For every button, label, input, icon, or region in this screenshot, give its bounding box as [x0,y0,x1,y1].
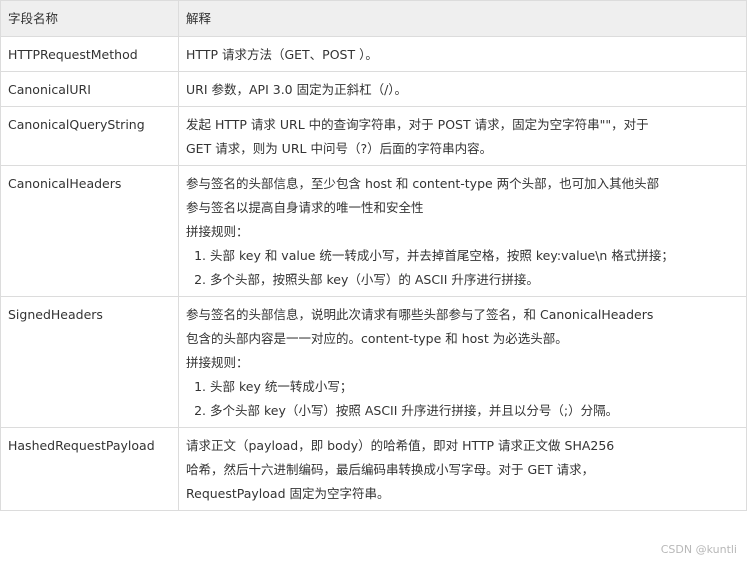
table-row: CanonicalQueryString 发起 HTTP 请求 URL 中的查询… [0,106,747,166]
rule-item: 多个头部，按照头部 key（小写）的 ASCII 升序进行拼接。 [210,268,739,292]
explanation-line: HTTP 请求方法（GET、POST ）。 [186,47,378,62]
table-row: SignedHeaders 参与签名的头部信息，说明此次请求有哪些头部参与了签名… [0,296,747,428]
header-explanation: 解释 [178,0,747,37]
rule-list: 头部 key 和 value 统一转成小写，并去掉首尾空格，按照 key:val… [186,244,739,292]
rule-title: 拼接规则： [186,224,249,239]
field-name-cell: CanonicalURI [0,71,179,107]
explanation-line: 发起 HTTP 请求 URL 中的查询字符串，对于 POST 请求，固定为空字符… [186,117,649,132]
header-field-name: 字段名称 [0,0,179,37]
explanation-cell: 参与签名的头部信息，说明此次请求有哪些头部参与了签名，和 CanonicalHe… [178,296,747,428]
explanation-line: 参与签名的头部信息，说明此次请求有哪些头部参与了签名，和 CanonicalHe… [186,307,654,322]
rule-item: 多个头部 key（小写）按照 ASCII 升序进行拼接，并且以分号（;）分隔。 [210,399,739,423]
watermark: CSDN @kuntli [660,543,737,556]
field-name-cell: HTTPRequestMethod [0,36,179,72]
table-row: CanonicalHeaders 参与签名的头部信息，至少包含 host 和 c… [0,165,747,297]
explanation-cell: 发起 HTTP 请求 URL 中的查询字符串，对于 POST 请求，固定为空字符… [178,106,747,166]
table-row: HTTPRequestMethod HTTP 请求方法（GET、POST ）。 [0,36,747,72]
explanation-line: 请求正文（payload，即 body）的哈希值，即对 HTTP 请求正文做 S… [186,438,615,453]
explanation-cell: HTTP 请求方法（GET、POST ）。 [178,36,747,72]
table-row: CanonicalURI URI 参数，API 3.0 固定为正斜杠（/）。 [0,71,747,107]
table-row: HashedRequestPayload 请求正文（payload，即 body… [0,427,747,511]
field-description-table: 字段名称 解释 HTTPRequestMethod HTTP 请求方法（GET、… [0,0,747,511]
field-name-cell: HashedRequestPayload [0,427,179,511]
explanation-line: 包含的头部内容是一一对应的。content-type 和 host 为必选头部。 [186,331,568,346]
rule-item: 头部 key 和 value 统一转成小写，并去掉首尾空格，按照 key:val… [210,244,739,268]
rule-item: 头部 key 统一转成小写； [210,375,739,399]
field-name-cell: CanonicalQueryString [0,106,179,166]
explanation-line: RequestPayload 固定为空字符串。 [186,486,390,501]
explanation-cell: URI 参数，API 3.0 固定为正斜杠（/）。 [178,71,747,107]
rule-list: 头部 key 统一转成小写； 多个头部 key（小写）按照 ASCII 升序进行… [186,375,739,423]
explanation-line: 参与签名以提高自身请求的唯一性和安全性 [186,200,424,215]
explanation-line: 参与签名的头部信息，至少包含 host 和 content-type 两个头部，… [186,176,660,191]
field-name-cell: CanonicalHeaders [0,165,179,297]
explanation-line: GET 请求，则为 URL 中问号（?）后面的字符串内容。 [186,141,493,156]
rule-title: 拼接规则： [186,355,249,370]
explanation-line: 哈希，然后十六进制编码，最后编码串转换成小写字母。对于 GET 请求， [186,462,595,477]
table-header-row: 字段名称 解释 [0,0,747,37]
field-name-cell: SignedHeaders [0,296,179,428]
explanation-cell: 请求正文（payload，即 body）的哈希值，即对 HTTP 请求正文做 S… [178,427,747,511]
explanation-line: URI 参数，API 3.0 固定为正斜杠（/）。 [186,82,408,97]
explanation-cell: 参与签名的头部信息，至少包含 host 和 content-type 两个头部，… [178,165,747,297]
